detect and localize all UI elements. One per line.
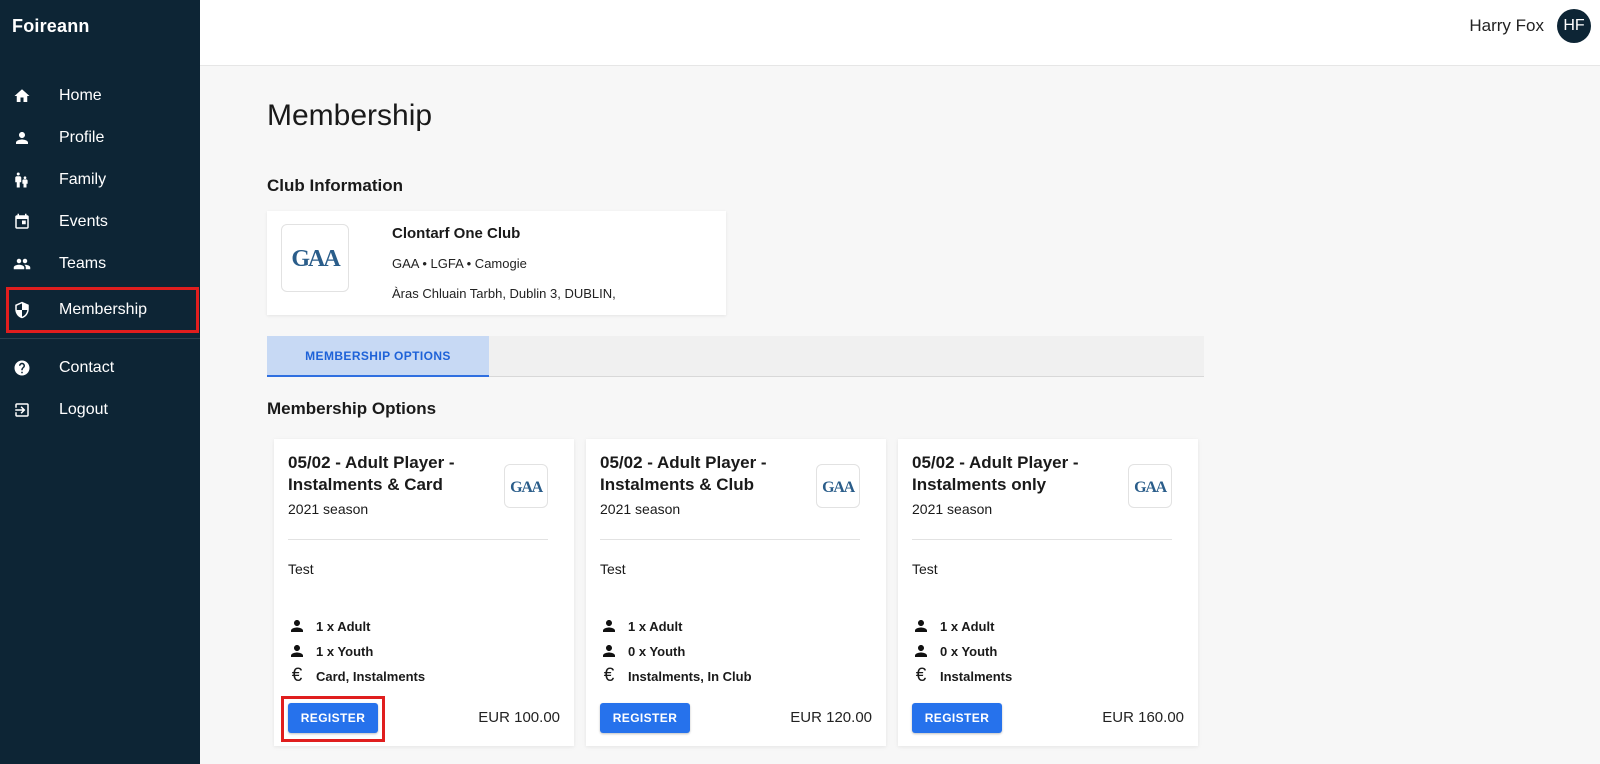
- option-price: EUR 100.00: [478, 709, 560, 726]
- option-adult: 1 x Adult: [940, 618, 995, 634]
- option-season: 2021 season: [288, 501, 369, 517]
- membership-options-heading: Membership Options: [267, 399, 437, 418]
- club-name: Clontarf One Club: [392, 225, 521, 242]
- sidebar-item-label: Teams: [59, 255, 107, 272]
- person-icon: [912, 642, 930, 660]
- sidebar: Foireann Home Profile Family Events Team…: [0, 0, 200, 764]
- sidebar-item-label: Logout: [59, 401, 108, 418]
- avatar[interactable]: HF: [1557, 9, 1591, 43]
- person-icon: [13, 129, 31, 147]
- calendar-icon: [13, 213, 31, 231]
- euro-icon: €: [915, 665, 927, 686]
- sidebar-item-label: Family: [59, 171, 107, 188]
- membership-option-card: 05/02 - Adult Player - Instalments & Car…: [274, 439, 574, 746]
- option-title: 05/02 - Adult Player - Instalments & Car…: [288, 453, 455, 494]
- sidebar-item-logout[interactable]: Logout: [0, 390, 200, 430]
- sidebar-item-membership[interactable]: Membership: [6, 287, 199, 333]
- group-icon: [13, 255, 31, 273]
- person-icon: [600, 617, 618, 635]
- option-payment: Instalments, In Club: [628, 668, 752, 684]
- option-youth: 0 x Youth: [940, 643, 998, 659]
- app-brand: Foireann: [12, 16, 90, 36]
- sidebar-item-contact[interactable]: Contact: [0, 348, 200, 388]
- option-youth-line: 0 x Youth: [600, 642, 685, 660]
- club-address: Àras Chluain Tarbh, Dublin 3, DUBLIN,: [392, 286, 616, 301]
- club-associations: GAA • LGFA • Camogie: [392, 256, 527, 271]
- sidebar-item-home[interactable]: Home: [0, 76, 200, 116]
- tab-bar: MEMBERSHIP OPTIONS: [267, 336, 1204, 377]
- option-payment: Card, Instalments: [316, 668, 426, 684]
- option-payment-line: € Card, Instalments: [288, 665, 426, 686]
- option-payment-line: € Instalments, In Club: [600, 665, 752, 686]
- option-season: 2021 season: [600, 501, 681, 517]
- membership-option-card: 05/02 - Adult Player - Instalments only …: [898, 439, 1198, 746]
- option-price: EUR 120.00: [790, 709, 872, 726]
- club-information-heading: Club Information: [267, 176, 403, 195]
- club-card: GAA Clontarf One Club GAA • LGFA • Camog…: [267, 211, 726, 315]
- person-icon: [288, 642, 306, 660]
- sidebar-item-events[interactable]: Events: [0, 202, 200, 242]
- register-button[interactable]: REGISTER: [912, 703, 1002, 733]
- sidebar-item-teams[interactable]: Teams: [0, 244, 200, 284]
- sidebar-item-profile[interactable]: Profile: [0, 118, 200, 158]
- sidebar-item-label: Profile: [59, 129, 105, 146]
- svg-text:GAA: GAA: [510, 479, 543, 496]
- option-season: 2021 season: [912, 501, 993, 517]
- family-icon: [13, 171, 31, 189]
- sidebar-item-family[interactable]: Family: [0, 160, 200, 200]
- home-icon: [13, 87, 31, 105]
- svg-text:GAA: GAA: [291, 246, 341, 272]
- option-adult: 1 x Adult: [316, 618, 371, 634]
- membership-option-card: 05/02 - Adult Player - Instalments & Clu…: [586, 439, 886, 746]
- person-icon: [288, 617, 306, 635]
- option-adult-line: 1 x Adult: [912, 617, 994, 635]
- option-divider: [912, 539, 1172, 540]
- svg-text:GAA: GAA: [1134, 479, 1167, 496]
- help-icon: [13, 359, 31, 377]
- gaa-logo: GAA: [504, 464, 548, 508]
- option-payment-line: € Instalments: [912, 665, 1013, 686]
- option-price: EUR 160.00: [1102, 709, 1184, 726]
- person-icon: [600, 642, 618, 660]
- sidebar-item-label: Events: [59, 213, 108, 230]
- sidebar-item-label: Contact: [59, 359, 115, 376]
- option-adult-line: 1 x Adult: [600, 617, 682, 635]
- option-description: Test: [288, 561, 314, 577]
- gaa-logo: GAA: [816, 464, 860, 508]
- option-adult-line: 1 x Adult: [288, 617, 370, 635]
- gaa-logo: GAA: [281, 224, 349, 292]
- register-button[interactable]: REGISTER: [600, 703, 690, 733]
- option-title: 05/02 - Adult Player - Instalments & Clu…: [600, 453, 767, 494]
- person-icon: [912, 617, 930, 635]
- gaa-logo: GAA: [1128, 464, 1172, 508]
- option-youth-line: 0 x Youth: [912, 642, 997, 660]
- register-button[interactable]: REGISTER: [288, 703, 378, 733]
- euro-icon: €: [291, 665, 303, 686]
- top-header: Harry Fox HF: [200, 0, 1600, 66]
- option-youth-line: 1 x Youth: [288, 642, 373, 660]
- user-name[interactable]: Harry Fox: [1469, 16, 1544, 36]
- sidebar-item-label: Membership: [59, 301, 148, 318]
- page-title: Membership: [267, 99, 433, 132]
- option-divider: [600, 539, 860, 540]
- option-youth: 0 x Youth: [628, 643, 686, 659]
- svg-text:GAA: GAA: [822, 479, 855, 496]
- tab-membership-options[interactable]: MEMBERSHIP OPTIONS: [267, 336, 489, 377]
- euro-icon: €: [603, 665, 615, 686]
- option-adult: 1 x Adult: [628, 618, 683, 634]
- shield-icon: [13, 301, 31, 319]
- logout-icon: [13, 401, 31, 419]
- sidebar-item-label: Home: [59, 87, 102, 104]
- option-description: Test: [600, 561, 626, 577]
- option-description: Test: [912, 561, 938, 577]
- sidebar-divider: [0, 338, 200, 339]
- option-youth: 1 x Youth: [316, 643, 374, 659]
- option-payment: Instalments: [940, 668, 1013, 684]
- option-divider: [288, 539, 548, 540]
- option-title: 05/02 - Adult Player - Instalments only: [912, 453, 1079, 494]
